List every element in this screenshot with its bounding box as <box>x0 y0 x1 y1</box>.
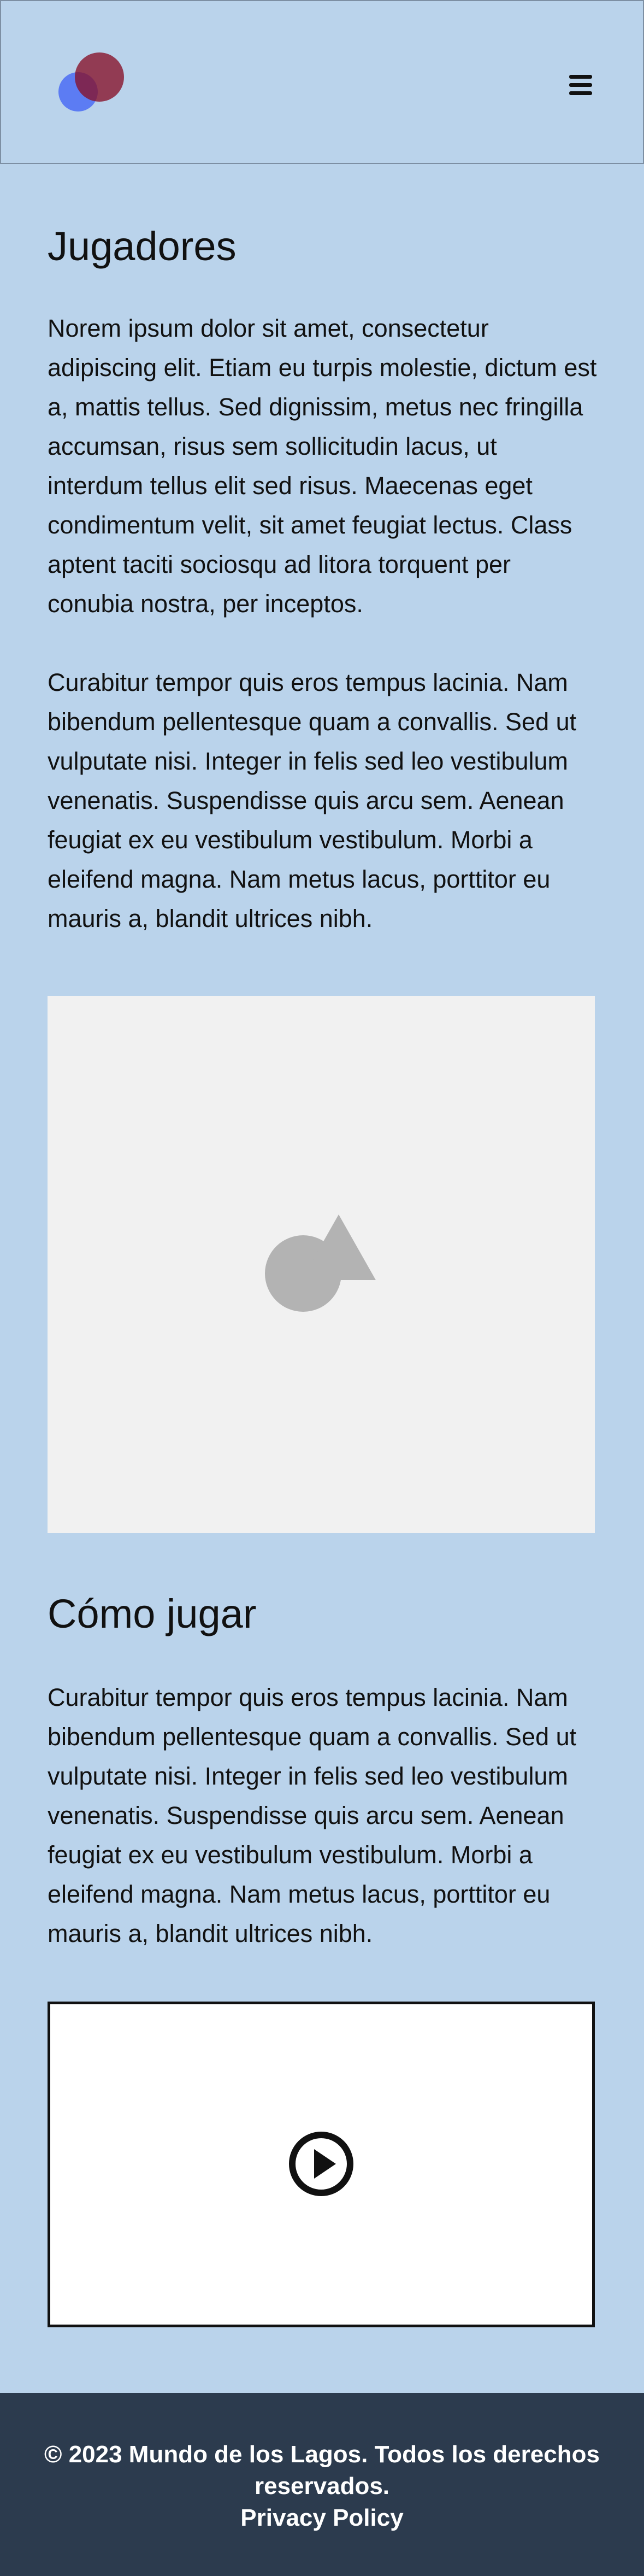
image-placeholder <box>48 996 595 1533</box>
hamburger-icon-bar-bottom <box>569 91 592 95</box>
how-to-play-title: Cómo jugar <box>48 1591 257 1636</box>
privacy-policy-link[interactable]: Privacy Policy <box>0 2502 644 2534</box>
hamburger-menu-button[interactable] <box>564 71 598 98</box>
players-paragraph-1: Norem ipsum dolor sit amet, consectetur … <box>48 314 597 618</box>
image-placeholder-icon <box>265 1214 376 1312</box>
hamburger-icon-bar-middle <box>569 83 592 87</box>
site-logo[interactable] <box>58 49 132 115</box>
players-paragraph-2: Curabitur tempor quis eros tempus lacini… <box>48 668 577 932</box>
logo-red-circle <box>75 52 124 102</box>
site-footer: © 2023 Mundo de los Lagos. Todos los der… <box>0 2393 644 2576</box>
hamburger-icon-bar-top <box>569 74 592 79</box>
how-to-play-paragraph: Curabitur tempor quis eros tempus lacini… <box>48 1683 577 1947</box>
copyright-text: © 2023 Mundo de los Lagos. Todos los der… <box>44 2441 600 2499</box>
players-title: Jugadores <box>48 224 237 269</box>
site-header <box>0 0 644 164</box>
play-icon[interactable] <box>288 2131 354 2197</box>
video-player[interactable] <box>48 2002 595 2327</box>
